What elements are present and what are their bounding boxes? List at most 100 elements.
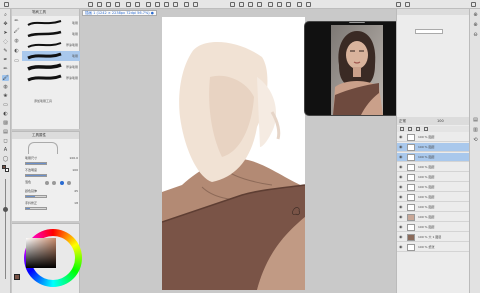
sub-color-chip[interactable] — [5, 168, 9, 172]
fit-icon[interactable] — [268, 2, 273, 7]
ruler-icon[interactable] — [286, 2, 291, 7]
blend-option-icon[interactable] — [45, 181, 49, 185]
layer-item[interactable]: ◉ 100 % 图层 — [397, 203, 470, 212]
panel-dropdown[interactable] — [415, 29, 443, 34]
zoom-out-icon[interactable]: ⊖ — [472, 32, 479, 38]
eye-icon[interactable]: ◉ — [399, 145, 403, 149]
pencil-group-icon[interactable]: ✏ — [13, 18, 20, 25]
eye-icon[interactable]: ◉ — [399, 215, 403, 219]
operation-tool-icon[interactable]: ➤ — [2, 30, 9, 36]
reference-window[interactable] — [304, 21, 408, 116]
history-icon[interactable]: ⟲ — [472, 137, 479, 143]
eye-icon[interactable]: ◉ — [399, 235, 403, 239]
brush-size-slider-handle[interactable] — [3, 207, 8, 212]
current-color-swatch[interactable] — [14, 274, 20, 280]
airbrush-group-icon[interactable]: ◍ — [13, 38, 20, 45]
brush-size-slider[interactable] — [5, 179, 6, 279]
layer-item[interactable]: ◉ 100 % 纸张 — [397, 243, 470, 252]
open-file-icon[interactable] — [106, 2, 111, 7]
lock-icon[interactable] — [400, 127, 404, 131]
eye-icon[interactable]: ◉ — [399, 175, 403, 179]
brush-item-selected[interactable]: 笔刷 — [22, 51, 80, 61]
drawing-canvas[interactable] — [162, 17, 305, 290]
pen-tool-icon[interactable]: ✒ — [2, 57, 9, 63]
brush-item[interactable]: 厚涂笔刷 — [22, 62, 80, 72]
opacity-bar[interactable] — [25, 174, 47, 177]
eye-icon[interactable]: ◉ — [399, 195, 403, 199]
zoom-in-icon[interactable]: ⊕ — [472, 22, 479, 28]
eye-icon[interactable]: ◉ — [399, 205, 403, 209]
reference-layer-icon[interactable] — [416, 127, 420, 131]
move-tool-icon[interactable]: ✥ — [2, 21, 9, 27]
transform-icon[interactable] — [155, 2, 160, 7]
layer-item[interactable]: ◉ 100 % 图层 — [397, 133, 470, 142]
saturation-value-square[interactable] — [26, 238, 56, 268]
blend-group-icon[interactable]: ◐ — [13, 48, 20, 55]
brush-item[interactable]: 笔刷 — [22, 18, 80, 28]
draft-layer-icon[interactable] — [424, 127, 428, 131]
layer-opacity-value[interactable]: 100 — [437, 118, 444, 124]
figure-tool-icon[interactable]: ◻ — [2, 138, 9, 144]
gradient-tool-icon[interactable]: ▤ — [2, 129, 9, 135]
blend-option-icon[interactable] — [52, 181, 57, 185]
add-brush-button[interactable]: 添加笔刷工具 — [34, 99, 52, 103]
zoom-icon[interactable] — [239, 2, 244, 7]
layer-item[interactable]: ◉ 100 % 图层 — [397, 173, 470, 182]
timelapse-icon[interactable] — [297, 2, 302, 7]
airbrush-tool-icon[interactable]: ◍ — [2, 84, 9, 90]
save-icon[interactable] — [115, 2, 120, 7]
layer-item[interactable]: ◉ 100 % 图层 — [397, 193, 470, 202]
panel-a-icon[interactable] — [396, 2, 401, 7]
decoration-tool-icon[interactable]: ❀ — [2, 93, 9, 99]
new-file-icon[interactable] — [97, 2, 102, 7]
text-tool-icon[interactable]: A — [2, 147, 9, 153]
color-extension-bar[interactable] — [25, 195, 47, 198]
rotate-icon[interactable] — [248, 2, 253, 7]
home-icon[interactable] — [88, 2, 93, 7]
layer-item[interactable]: ◉ 100 % 图层 — [397, 223, 470, 232]
fill-icon[interactable] — [184, 2, 189, 7]
layer-item[interactable]: ◉ 100 % 图层 — [397, 213, 470, 222]
layer-item[interactable]: ◉ 100 % 图层 — [397, 183, 470, 192]
eraser-group-icon[interactable]: ▭ — [13, 58, 20, 65]
eye-icon[interactable]: ◉ — [399, 185, 403, 189]
brush-size-bar[interactable] — [25, 162, 47, 165]
eyedropper-tool-icon[interactable]: ✎ — [2, 48, 9, 54]
layer-item[interactable]: ◉ 100 % 图层 — [397, 163, 470, 172]
pencil-tool-icon[interactable]: ✏ — [2, 66, 9, 72]
layer-item-selected[interactable]: ◉ 100 % 图层 — [397, 153, 470, 162]
eye-icon[interactable]: ◉ — [399, 155, 403, 159]
eraser-tool-icon[interactable]: ▭ — [2, 102, 9, 108]
brush-item[interactable]: 厚涂笔刷 — [22, 40, 80, 50]
undo-icon[interactable] — [126, 2, 131, 7]
brush-item[interactable]: 厚涂笔刷 — [22, 73, 80, 83]
layer-icon[interactable] — [306, 2, 311, 7]
deselect-icon[interactable] — [173, 2, 178, 7]
lasso-tool-icon[interactable]: ◌ — [2, 39, 9, 45]
settings-icon[interactable] — [193, 2, 198, 7]
blend-tool-icon[interactable]: ◐ — [2, 111, 9, 117]
redo-icon[interactable] — [135, 2, 140, 7]
flip-icon[interactable] — [257, 2, 262, 7]
select-all-icon[interactable] — [164, 2, 169, 7]
brush-tool-icon[interactable]: 🖌 — [2, 75, 9, 81]
menu-icon[interactable] — [4, 2, 9, 7]
balloon-tool-icon[interactable]: ◯ — [2, 156, 9, 162]
window-icon[interactable] — [471, 2, 476, 7]
clear-icon[interactable] — [146, 2, 151, 7]
brush-group-icon[interactable]: 🖌 — [13, 28, 20, 35]
eye-icon[interactable]: ◉ — [399, 225, 403, 229]
navigator-icon[interactable]: ⊕ — [472, 12, 479, 18]
blend-option-icon[interactable] — [66, 181, 71, 185]
fill-tool-icon[interactable]: ▨ — [2, 120, 9, 126]
blend-mode-select[interactable]: 正常 — [399, 118, 406, 124]
eye-icon[interactable]: ◉ — [399, 165, 403, 169]
grid-icon[interactable] — [277, 2, 282, 7]
view-icon[interactable] — [230, 2, 235, 7]
stabilization-bar[interactable] — [25, 207, 47, 210]
eye-icon[interactable]: ◉ — [399, 245, 403, 249]
layer-property-icon[interactable]: ▥ — [472, 127, 479, 133]
layer-item[interactable]: ◉ 100 % 大 1 图层 — [397, 233, 470, 242]
window-drag-handle[interactable] — [349, 22, 365, 23]
panel-b-icon[interactable] — [405, 2, 410, 7]
